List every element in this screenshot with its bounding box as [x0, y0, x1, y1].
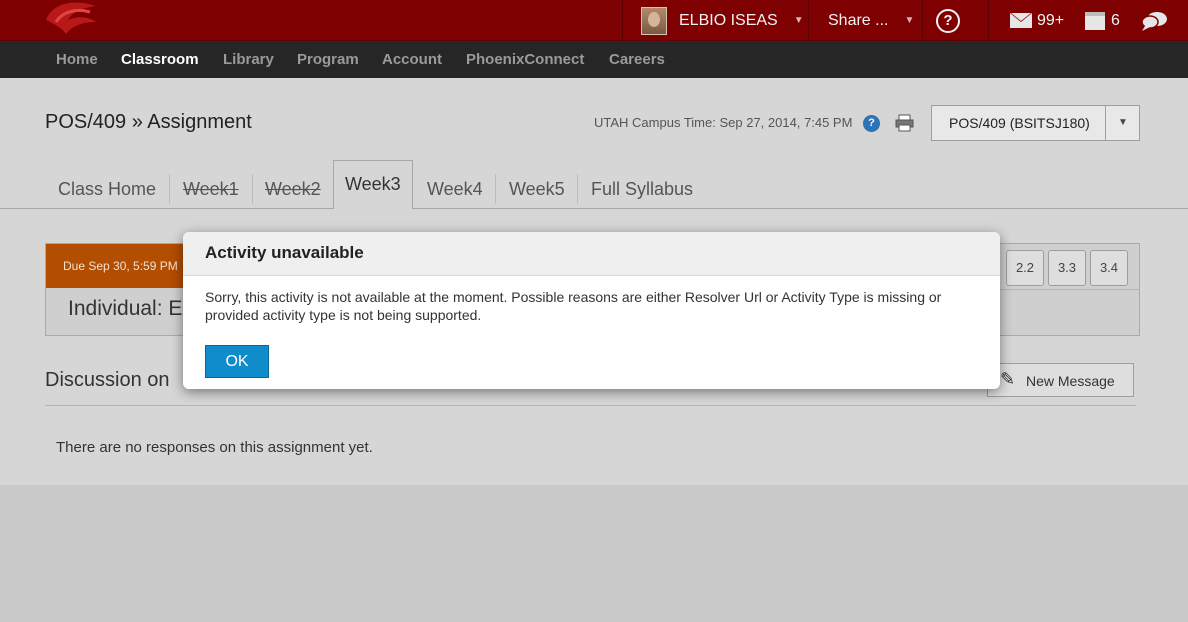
pencil-icon: ✎: [1000, 369, 1016, 389]
question-icon[interactable]: ?: [863, 115, 880, 132]
empty-state-text: There are no responses on this assignmen…: [56, 439, 373, 456]
envelope-icon: [1010, 13, 1032, 28]
help-button[interactable]: ?: [936, 0, 960, 41]
breadcrumb: POS/409 » Assignment: [45, 111, 252, 133]
course-select-value: POS/409 (BSITSJ180): [949, 115, 1090, 131]
chevron-down-icon: ▼: [1118, 117, 1128, 128]
separator: [988, 0, 989, 41]
tab-week1[interactable]: Week1: [183, 172, 239, 208]
dialog-title: Activity unavailable: [183, 232, 1000, 276]
tab-week3[interactable]: Week3: [333, 160, 413, 209]
separator: [45, 405, 1136, 406]
campus-time: UTAH Campus Time: Sep 27, 2014, 7:45 PM: [594, 115, 853, 130]
phoenix-logo-icon[interactable]: [42, 0, 100, 40]
nav-phoenixconnect[interactable]: PhoenixConnect: [466, 41, 584, 78]
tabs-baseline: [0, 208, 1188, 209]
tab-class-home[interactable]: Class Home: [58, 172, 156, 208]
course-select[interactable]: POS/409 (BSITSJ180) ▼: [931, 105, 1140, 141]
separator: [252, 174, 253, 204]
nav-classroom[interactable]: Classroom: [121, 41, 199, 78]
separator: [1105, 106, 1106, 140]
separator: [808, 0, 809, 41]
nav-home[interactable]: Home: [56, 41, 98, 78]
section-button[interactable]: 2.2: [1006, 250, 1044, 286]
assignment-title: Individual: E: [68, 297, 183, 320]
main-nav: Home Classroom Library Program Account P…: [0, 41, 1188, 78]
nav-program[interactable]: Program: [297, 41, 359, 78]
chat-button[interactable]: [1140, 0, 1168, 41]
due-badge: Due Sep 30, 5:59 PM: [46, 244, 186, 288]
help-icon: ?: [936, 8, 960, 33]
messages-count: 99+: [1037, 11, 1065, 29]
new-message-label: New Message: [1026, 373, 1115, 389]
section-button[interactable]: 3.4: [1090, 250, 1128, 286]
top-bar: ELBIO ISEAS ▼ Share ... ▼ ? 99+ 6: [0, 0, 1188, 41]
printer-icon[interactable]: [895, 114, 914, 132]
avatar: [641, 6, 667, 35]
separator: [922, 0, 923, 41]
user-name: ELBIO ISEAS: [679, 11, 778, 29]
discussion-title: Discussion on: [45, 369, 170, 391]
share-menu[interactable]: Share ... ▼: [828, 0, 914, 41]
nav-careers[interactable]: Careers: [609, 41, 665, 78]
caret-down-icon: ▼: [793, 15, 804, 26]
user-menu[interactable]: ELBIO ISEAS ▼: [641, 0, 804, 41]
activity-unavailable-dialog: Activity unavailable Sorry, this activit…: [183, 232, 1000, 389]
tab-week5[interactable]: Week5: [509, 172, 565, 208]
caret-down-icon: ▼: [904, 15, 915, 26]
calendar-button[interactable]: 6: [1085, 0, 1120, 41]
share-label: Share ...: [828, 11, 889, 29]
separator: [577, 174, 578, 204]
separator: [495, 174, 496, 204]
calendar-count: 6: [1111, 11, 1120, 29]
dialog-message: Sorry, this activity is not available at…: [205, 289, 942, 323]
messages-button[interactable]: 99+: [1010, 0, 1064, 41]
tab-full-syllabus[interactable]: Full Syllabus: [591, 172, 693, 208]
separator: [169, 174, 170, 204]
tab-week2[interactable]: Week2: [265, 172, 321, 208]
ok-button[interactable]: OK: [205, 345, 269, 378]
calendar-icon: [1085, 11, 1105, 30]
tab-week4[interactable]: Week4: [427, 172, 483, 208]
new-message-button[interactable]: ✎ New Message: [987, 363, 1134, 397]
separator: [622, 0, 623, 41]
section-button[interactable]: 3.3: [1048, 250, 1086, 286]
chat-bubbles-icon: [1141, 11, 1167, 31]
nav-account[interactable]: Account: [382, 41, 442, 78]
nav-library[interactable]: Library: [223, 41, 274, 78]
